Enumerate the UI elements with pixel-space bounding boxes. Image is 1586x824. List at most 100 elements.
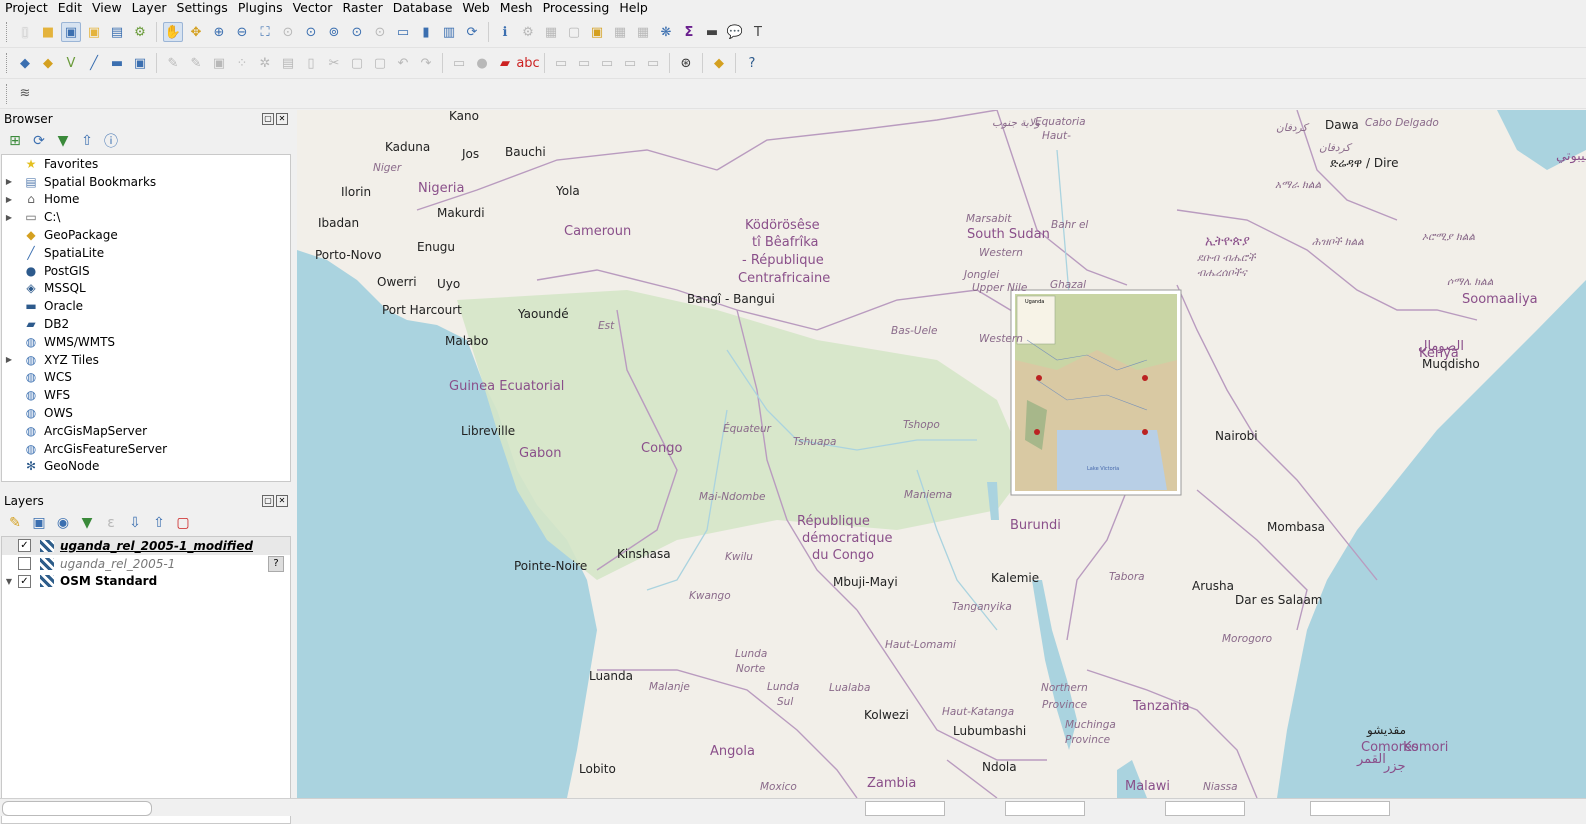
python-console-icon[interactable]: ◆	[709, 53, 729, 73]
save-as-icon[interactable]: ▣	[84, 22, 104, 42]
zoom-layer-icon[interactable]: ⊙	[301, 22, 321, 42]
zoom-last-icon[interactable]: ⊙	[347, 22, 367, 42]
coordinate-field[interactable]	[865, 801, 945, 816]
toolbar-grip[interactable]	[6, 53, 10, 73]
menu-plugins[interactable]: Plugins	[233, 0, 288, 16]
new-project-icon[interactable]: ▯	[15, 22, 35, 42]
menu-view[interactable]: View	[87, 0, 127, 16]
menu-database[interactable]: Database	[388, 0, 458, 16]
expand-arrow-icon[interactable]: ▶	[2, 177, 16, 186]
menu-processing[interactable]: Processing	[538, 0, 615, 16]
refresh-icon[interactable]: ⟳	[30, 133, 48, 149]
browser-item-c[interactable]: ▶ ▭ C:\	[2, 208, 290, 226]
field-calculator-icon[interactable]: ▦	[633, 22, 653, 42]
attribute-table-icon[interactable]: ▦	[610, 22, 630, 42]
show-hide-labels-icon[interactable]: ▭	[574, 53, 594, 73]
delete-selected-icon[interactable]: ▯	[301, 53, 321, 73]
expand-arrow-icon[interactable]: ▼	[2, 577, 16, 586]
menu-help[interactable]: Help	[614, 0, 653, 16]
rotation-field[interactable]	[1310, 801, 1390, 816]
pan-to-selection-icon[interactable]: ✥	[186, 22, 206, 42]
layer-labeling-icon[interactable]: ▰	[495, 53, 515, 73]
new-3d-view-icon[interactable]: ▮	[416, 22, 436, 42]
new-virtual-layer-icon[interactable]: ▬	[107, 53, 127, 73]
toggle-editing-icon[interactable]: ✎	[186, 53, 206, 73]
filter-by-expression-icon[interactable]: ε	[102, 515, 120, 531]
pan-hand-icon[interactable]: ✋	[163, 22, 183, 42]
new-spatialite-layer-icon[interactable]: ╱	[84, 53, 104, 73]
menu-web[interactable]: Web	[457, 0, 494, 16]
properties-icon[interactable]: ⓘ	[102, 131, 120, 151]
copy-features-icon[interactable]: ▢	[347, 53, 367, 73]
zoom-in-icon[interactable]: ⊕	[209, 22, 229, 42]
layer-visibility-checkbox[interactable]	[18, 557, 31, 571]
layer-diagram-icon[interactable]: abc	[516, 53, 539, 73]
save-project-icon[interactable]: ▣	[61, 22, 81, 42]
add-selected-layers-icon[interactable]: ⊞	[6, 133, 24, 149]
move-label-icon[interactable]: ▭	[597, 53, 617, 73]
menu-settings[interactable]: Settings	[172, 0, 233, 16]
menu-raster[interactable]: Raster	[337, 0, 387, 16]
data-source-manager-icon[interactable]: ◆	[15, 53, 35, 73]
zoom-out-icon[interactable]: ⊖	[232, 22, 252, 42]
new-map-view-icon[interactable]: ▭	[393, 22, 413, 42]
filter-legend-icon[interactable]: ▼	[78, 515, 96, 531]
browser-item-postgis[interactable]: ● PostGIS	[2, 262, 290, 280]
change-label-icon[interactable]: ▭	[643, 53, 663, 73]
rotate-label-icon[interactable]: ▭	[620, 53, 640, 73]
current-edits-icon[interactable]: ✎	[163, 53, 183, 73]
print-layout-icon[interactable]: ▤	[107, 22, 127, 42]
layer-row[interactable]: uganda_rel_2005-1?	[2, 555, 290, 573]
scale-field[interactable]	[1005, 801, 1085, 816]
browser-item-home[interactable]: ▶ ⌂ Home	[2, 191, 290, 209]
layer-row[interactable]: ✓ uganda_rel_2005-1_modified	[2, 537, 290, 555]
text-annotation-icon[interactable]: T	[748, 22, 768, 42]
layers-stack-icon[interactable]: ≋	[15, 84, 35, 104]
layer-visibility-checkbox[interactable]: ✓	[18, 539, 31, 553]
processing-toolbox-icon[interactable]: ❋	[656, 22, 676, 42]
refresh-icon[interactable]: ⟳	[462, 22, 482, 42]
deselect-all-icon[interactable]: ▣	[587, 22, 607, 42]
style-manager-icon[interactable]: ✎	[6, 515, 24, 531]
browser-item-mssql[interactable]: ◈ MSSQL	[2, 280, 290, 298]
expand-arrow-icon[interactable]: ▶	[2, 213, 16, 222]
collapse-all-icon[interactable]: ⇧	[78, 133, 96, 149]
manage-map-themes-icon[interactable]: ◉	[54, 515, 72, 531]
select-by-value-icon[interactable]: ▢	[564, 22, 584, 42]
layer-warning-badge[interactable]: ?	[268, 555, 284, 572]
map-tips-icon[interactable]: 💬	[725, 22, 745, 42]
browser-item-wms-wmts[interactable]: ◍ WMS/WMTS	[2, 333, 290, 351]
menu-edit[interactable]: Edit	[53, 0, 87, 16]
menu-layer[interactable]: Layer	[127, 0, 172, 16]
close-panel-icon[interactable]: ✕	[276, 495, 288, 507]
expand-arrow-icon[interactable]: ▶	[2, 355, 16, 364]
browser-item-wcs[interactable]: ◍ WCS	[2, 369, 290, 387]
browser-item-db2[interactable]: ▰ DB2	[2, 315, 290, 333]
paste-features-icon[interactable]: ▢	[370, 53, 390, 73]
collapse-all-icon[interactable]: ⇧	[150, 515, 168, 531]
undo-icon[interactable]: ↶	[393, 53, 413, 73]
zoom-next-icon[interactable]: ⊙	[370, 22, 390, 42]
expand-all-icon[interactable]: ⇩	[126, 515, 144, 531]
zoom-full-icon[interactable]: ⛶	[255, 22, 275, 42]
measure-line-icon[interactable]: ▬	[702, 22, 722, 42]
georeferencer-icon[interactable]: ⊛	[676, 53, 696, 73]
remove-layer-icon[interactable]: ▢	[174, 515, 192, 531]
browser-item-oracle[interactable]: ▬ Oracle	[2, 297, 290, 315]
toolbar-grip[interactable]	[6, 22, 10, 42]
toolbar-grip[interactable]	[6, 83, 10, 104]
label-tool-icon[interactable]: ▭	[449, 53, 469, 73]
browser-item-arcgismapserver[interactable]: ◍ ArcGisMapServer	[2, 422, 290, 440]
map-canvas[interactable]: Uganda Lake Victoria Kano Kaduna Jos Bauchi…	[297, 110, 1586, 798]
expand-arrow-icon[interactable]: ▶	[2, 195, 16, 204]
vertex-tool-icon[interactable]: ✲	[255, 53, 275, 73]
new-scratch-layer-icon[interactable]: ▣	[130, 53, 150, 73]
pin-labels-icon[interactable]: ▭	[551, 53, 571, 73]
select-features-icon[interactable]: ▦	[541, 22, 561, 42]
browser-item-arcgisfeatureserver[interactable]: ◍ ArcGisFeatureServer	[2, 440, 290, 458]
magnifier-field[interactable]	[1165, 801, 1245, 816]
zoom-native-icon[interactable]: ⊚	[324, 22, 344, 42]
layer-row[interactable]: ▼ ✓ OSM Standard	[2, 573, 290, 591]
browser-item-geopackage[interactable]: ◆ GeoPackage	[2, 226, 290, 244]
browser-item-spatialite[interactable]: ╱ SpatiaLite	[2, 244, 290, 262]
